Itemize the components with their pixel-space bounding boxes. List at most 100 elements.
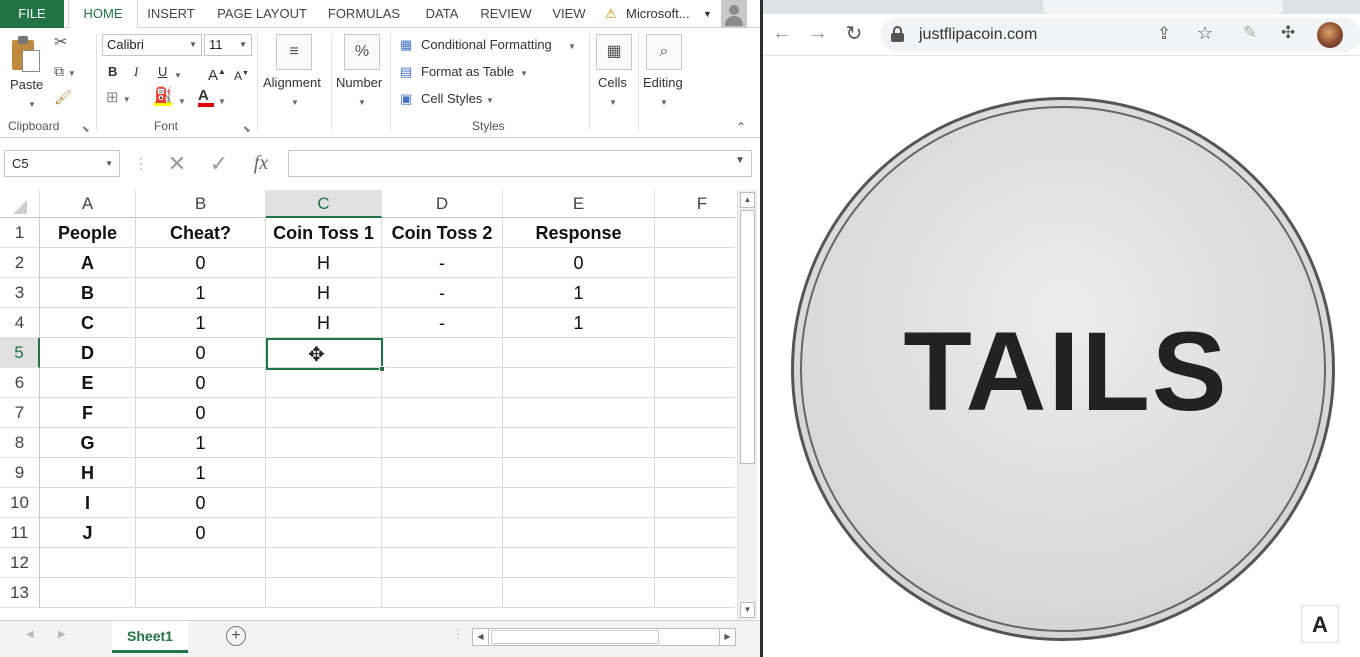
cell-e1[interactable]: Response <box>503 218 655 248</box>
column-header-d[interactable]: D <box>382 190 503 218</box>
cell-d12[interactable] <box>382 548 503 578</box>
number-button[interactable]: Number <box>336 74 382 92</box>
dialog-launcher-icon[interactable]: ⬊ <box>243 120 251 138</box>
alignment-icon[interactable]: ≡ <box>276 34 312 70</box>
sheet-tab-sheet1[interactable]: Sheet1 <box>112 621 188 653</box>
cell-d11[interactable] <box>382 518 503 548</box>
tab-formulas[interactable]: FORMULAS <box>320 0 408 28</box>
cell-d5[interactable] <box>382 338 503 368</box>
number-icon[interactable]: % <box>344 34 380 70</box>
tab-file[interactable]: FILE <box>0 0 64 28</box>
cell-d3[interactable]: - <box>382 278 503 308</box>
cell-a7[interactable]: F <box>40 398 136 428</box>
cancel-icon[interactable]: ✕ <box>160 150 194 177</box>
cell-e10[interactable] <box>503 488 655 518</box>
name-box[interactable]: C5 ▼ <box>4 150 120 177</box>
cell-a9[interactable]: H <box>40 458 136 488</box>
cell-b13[interactable] <box>136 578 266 608</box>
underline-button[interactable]: U <box>158 63 167 81</box>
copy-icon[interactable]: ⧉ ▼ <box>54 62 76 83</box>
select-all-corner[interactable] <box>0 190 40 218</box>
cell-d10[interactable] <box>382 488 503 518</box>
row-header-6[interactable]: 6 <box>0 368 40 398</box>
share-icon[interactable]: ⇪ <box>1157 24 1171 44</box>
cell-f8[interactable] <box>655 428 735 458</box>
cell-c11[interactable] <box>266 518 382 548</box>
format-as-table-button[interactable]: Format as Table <box>421 63 514 81</box>
cell-f11[interactable] <box>655 518 735 548</box>
worksheet-grid[interactable]: A B C D E F 1 People Cheat? Coin Toss 1 Coin Toss … <box>0 190 735 620</box>
bookmark-star-icon[interactable]: ☆ <box>1197 23 1213 44</box>
cell-d4[interactable]: - <box>382 308 503 338</box>
alignment-button[interactable]: Alignment <box>263 74 321 92</box>
tab-home[interactable]: HOME <box>68 0 138 29</box>
cell-d6[interactable] <box>382 368 503 398</box>
row-header-5[interactable]: 5 <box>0 338 40 368</box>
cell-b10[interactable]: 0 <box>136 488 266 518</box>
paste-icon[interactable] <box>10 36 42 74</box>
column-header-f[interactable]: F <box>655 190 735 218</box>
profile-avatar[interactable] <box>1317 22 1343 48</box>
formula-input[interactable]: ▼ <box>288 150 752 177</box>
grow-font-button[interactable]: A▲ <box>208 63 226 85</box>
cell-d9[interactable] <box>382 458 503 488</box>
cell-c8[interactable] <box>266 428 382 458</box>
row-header-8[interactable]: 8 <box>0 428 40 458</box>
row-header-3[interactable]: 3 <box>0 278 40 308</box>
tab-insert[interactable]: INSERT <box>140 0 202 28</box>
cell-c5[interactable] <box>266 338 382 368</box>
cell-a4[interactable]: C <box>40 308 136 338</box>
tab-page-layout[interactable]: PAGE LAYOUT <box>206 0 318 28</box>
tab-view[interactable]: VIEW <box>546 0 592 28</box>
cells-icon[interactable]: ▦ <box>596 34 632 70</box>
bold-button[interactable]: B <box>108 63 117 81</box>
font-color-icon[interactable]: A <box>198 87 214 107</box>
cell-a3[interactable]: B <box>40 278 136 308</box>
conditional-formatting-button[interactable]: Conditional Formatting <box>421 36 552 54</box>
forward-icon[interactable]: → <box>807 22 829 46</box>
cell-f10[interactable] <box>655 488 735 518</box>
cell-c3[interactable]: H <box>266 278 382 308</box>
row-header-2[interactable]: 2 <box>0 248 40 278</box>
cell-c6[interactable] <box>266 368 382 398</box>
cell-a6[interactable]: E <box>40 368 136 398</box>
cell-f2[interactable] <box>655 248 735 278</box>
cell-e2[interactable]: 0 <box>503 248 655 278</box>
cell-b1[interactable]: Cheat? <box>136 218 266 248</box>
cell-f9[interactable] <box>655 458 735 488</box>
browser-tab[interactable] <box>1043 0 1283 14</box>
cell-a10[interactable]: I <box>40 488 136 518</box>
cell-a12[interactable] <box>40 548 136 578</box>
cell-a13[interactable] <box>40 578 136 608</box>
row-header-9[interactable]: 9 <box>0 458 40 488</box>
row-header-10[interactable]: 10 <box>0 488 40 518</box>
cell-d8[interactable] <box>382 428 503 458</box>
column-header-b[interactable]: B <box>136 190 266 218</box>
vertical-scrollbar[interactable]: ▲ ▼ <box>737 190 757 620</box>
cell-b3[interactable]: 1 <box>136 278 266 308</box>
italic-button[interactable]: I <box>134 63 138 81</box>
coin[interactable]: TAILS <box>791 97 1335 641</box>
cell-b5[interactable]: 0 <box>136 338 266 368</box>
cell-f5[interactable] <box>655 338 735 368</box>
back-icon[interactable]: ← <box>771 22 793 46</box>
fill-handle[interactable] <box>379 366 385 372</box>
cell-f1[interactable] <box>655 218 735 248</box>
font-name-combo[interactable]: Calibri ▼ <box>102 34 202 56</box>
cell-e6[interactable] <box>503 368 655 398</box>
cell-a2[interactable]: A <box>40 248 136 278</box>
tab-data[interactable]: DATA <box>416 0 468 28</box>
add-sheet-icon[interactable]: + <box>226 626 246 646</box>
row-header-11[interactable]: 11 <box>0 518 40 548</box>
tab-review[interactable]: REVIEW <box>474 0 538 28</box>
dialog-launcher-icon[interactable]: ⬊ <box>82 120 90 138</box>
cell-f6[interactable] <box>655 368 735 398</box>
cell-e13[interactable] <box>503 578 655 608</box>
cell-c1[interactable]: Coin Toss 1 <box>266 218 382 248</box>
cell-f4[interactable] <box>655 308 735 338</box>
cell-a1[interactable]: People <box>40 218 136 248</box>
cell-e3[interactable]: 1 <box>503 278 655 308</box>
cell-e4[interactable]: 1 <box>503 308 655 338</box>
cell-e11[interactable] <box>503 518 655 548</box>
cell-c2[interactable]: H <box>266 248 382 278</box>
